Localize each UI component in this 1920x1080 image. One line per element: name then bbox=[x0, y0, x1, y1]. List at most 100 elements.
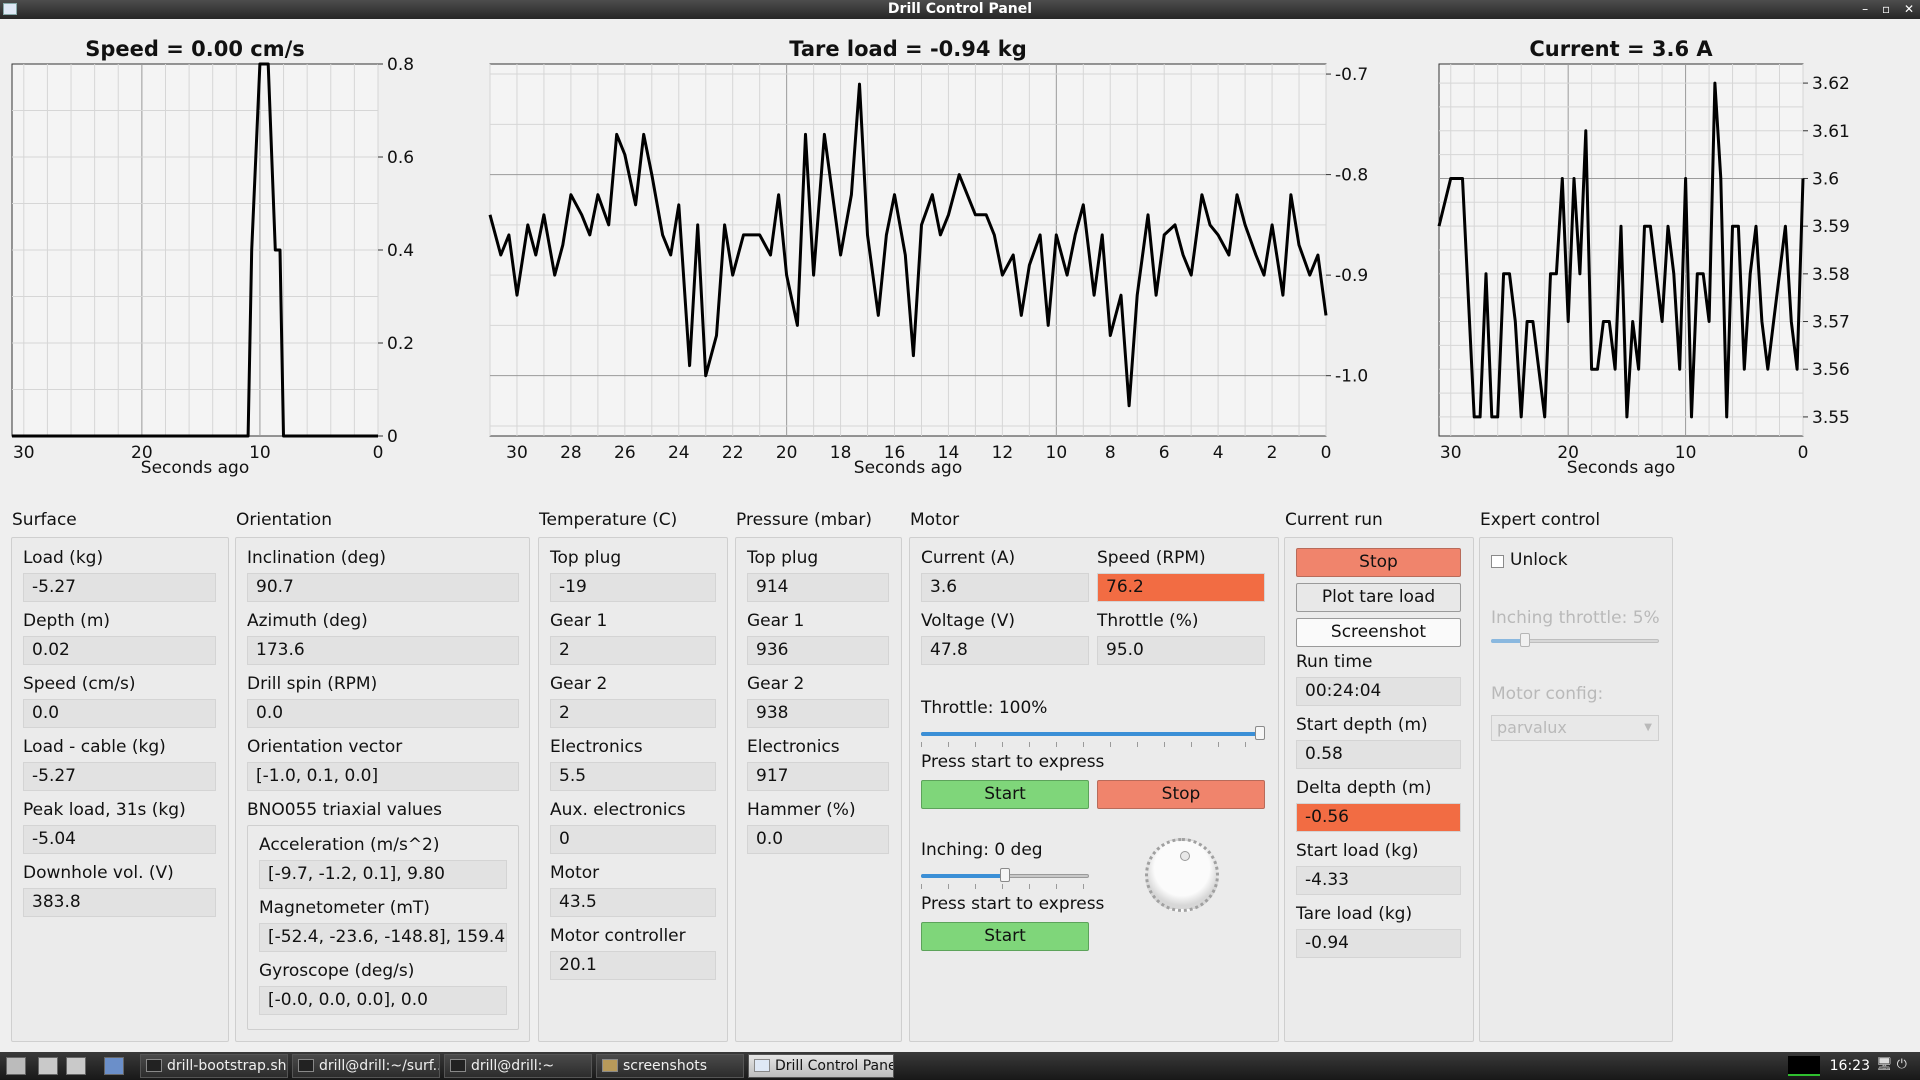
y-tick-label: -0.8 bbox=[1335, 166, 1368, 186]
magnetometer-value: [-52.4, -23.6, -148.8], 159.4 bbox=[259, 923, 507, 952]
throttle-slider-handle[interactable] bbox=[1255, 726, 1265, 740]
y-tick-label: 0.2 bbox=[387, 334, 414, 354]
surface-title: Surface bbox=[12, 510, 77, 530]
speed-chart: 30 20 10 0 0.8 0.6 0.4 0.2 0 bbox=[11, 55, 414, 463]
inching-throttle-slider[interactable] bbox=[1491, 632, 1659, 654]
run-time-label: Run time bbox=[1296, 652, 1373, 672]
window-title: Drill Control Panel bbox=[887, 1, 1033, 17]
azimuth-value: 173.6 bbox=[247, 636, 519, 665]
orientation-vector-value: [-1.0, 0.1, 0.0] bbox=[247, 762, 519, 791]
taskbar-item-screenshots[interactable]: screenshots bbox=[596, 1054, 744, 1078]
motor-title: Motor bbox=[910, 510, 960, 530]
motor-voltage-label: Voltage (V) bbox=[921, 611, 1016, 631]
current-run-group: Current run Stop Plot tare load Screensh… bbox=[1284, 510, 1474, 1042]
y-tick-label: -0.9 bbox=[1335, 266, 1368, 286]
motor-config-label: Motor config: bbox=[1491, 684, 1604, 704]
y-tick-label: 3.58 bbox=[1812, 265, 1850, 285]
y-tick-label: 3.61 bbox=[1812, 122, 1850, 142]
surface-peak-load-label: Peak load, 31s (kg) bbox=[23, 800, 186, 820]
clock[interactable]: 16:23 bbox=[1830, 1052, 1870, 1080]
motor-speed-label: Speed (RPM) bbox=[1097, 548, 1206, 568]
start-depth-label: Start depth (m) bbox=[1296, 715, 1428, 735]
press-hammer-label: Hammer (%) bbox=[747, 800, 856, 820]
plot-tare-load-button[interactable]: Plot tare load bbox=[1296, 583, 1461, 612]
inching-dial[interactable] bbox=[1145, 838, 1219, 912]
tare-load-value: -0.94 bbox=[1296, 929, 1461, 958]
orientation-title: Orientation bbox=[236, 510, 332, 530]
run-time-value: 00:24:04 bbox=[1296, 677, 1461, 706]
y-tick-label: 3.6 bbox=[1812, 169, 1839, 189]
motor-stop-button[interactable]: Stop bbox=[1097, 780, 1265, 809]
temp-aux-electronics-value: 0 bbox=[550, 825, 716, 854]
start-menu-icon[interactable] bbox=[6, 1057, 26, 1075]
y-tick-label: 3.56 bbox=[1812, 360, 1850, 380]
temp-top-plug-value: -19 bbox=[550, 573, 716, 602]
close-icon[interactable]: ✕ bbox=[1904, 2, 1914, 16]
screenshot-button[interactable]: Screenshot bbox=[1296, 618, 1461, 647]
motor-config-select[interactable]: parvalux ▼ bbox=[1491, 715, 1659, 741]
surface-peak-load-value: -5.04 bbox=[23, 825, 216, 854]
surface-load-label: Load (kg) bbox=[23, 548, 104, 568]
motor-config-value: parvalux bbox=[1497, 718, 1567, 737]
drill-spin-value: 0.0 bbox=[247, 699, 519, 728]
file-manager-icon[interactable] bbox=[38, 1057, 58, 1075]
press-top-plug-label: Top plug bbox=[747, 548, 819, 568]
temp-motor-controller-label: Motor controller bbox=[550, 926, 686, 946]
motor-group: Motor Current (A) 3.6 Speed (RPM) 76.2 V… bbox=[909, 510, 1279, 1042]
throttle-slider[interactable] bbox=[921, 725, 1265, 747]
desktop-icon[interactable] bbox=[104, 1057, 124, 1075]
temp-motor-controller-value: 20.1 bbox=[550, 951, 716, 980]
surface-speed-value: 0.0 bbox=[23, 699, 216, 728]
run-stop-button[interactable]: Stop bbox=[1296, 548, 1461, 577]
unlock-label: Unlock bbox=[1510, 550, 1568, 570]
windows-icon[interactable] bbox=[66, 1057, 86, 1075]
press-electronics-value: 917 bbox=[747, 762, 889, 791]
press-gear2-label: Gear 2 bbox=[747, 674, 805, 694]
motor-speed-value: 76.2 bbox=[1097, 573, 1265, 602]
current-run-title: Current run bbox=[1285, 510, 1383, 530]
motor-start-button[interactable]: Start bbox=[921, 780, 1089, 809]
press-top-plug-value: 914 bbox=[747, 573, 889, 602]
inching-slider-handle[interactable] bbox=[1000, 868, 1010, 882]
press-gear1-value: 936 bbox=[747, 636, 889, 665]
current-chart: 30 20 10 0 3.62 3.61 3.6 3.59 3.58 3.57 3.56 3.55 bbox=[1437, 63, 1850, 463]
taskbar-item-drill-control-panel[interactable]: Drill Control Panel bbox=[748, 1054, 894, 1078]
minimize-icon[interactable]: – bbox=[1862, 2, 1868, 16]
taskbar-item-bootstrap[interactable]: drill-bootstrap.sh bbox=[140, 1054, 288, 1078]
tare-load-label: Tare load (kg) bbox=[1296, 904, 1413, 924]
start-load-label: Start load (kg) bbox=[1296, 841, 1419, 861]
inching-start-button[interactable]: Start bbox=[921, 922, 1089, 951]
dial-knob-icon bbox=[1180, 851, 1190, 861]
maximize-icon[interactable]: ▫ bbox=[1882, 2, 1890, 16]
surface-speed-label: Speed (cm/s) bbox=[23, 674, 136, 694]
y-tick-label: 0.8 bbox=[387, 55, 414, 75]
y-tick-label: -0.7 bbox=[1335, 65, 1368, 85]
acceleration-value: [-9.7, -1.2, 0.1], 9.80 bbox=[259, 860, 507, 889]
system-tray-icons[interactable]: 🖥 ⏻ bbox=[1876, 1057, 1916, 1075]
surface-downhole-vol-label: Downhole vol. (V) bbox=[23, 863, 174, 883]
surface-load-value: -5.27 bbox=[23, 573, 216, 602]
temp-gear1-value: 2 bbox=[550, 636, 716, 665]
expert-control-title: Expert control bbox=[1480, 510, 1601, 530]
unlock-checkbox[interactable] bbox=[1491, 555, 1504, 568]
current-chart-title: Current = 3.6 A bbox=[1529, 37, 1713, 61]
inching-throttle-label: Inching throttle: 5% bbox=[1491, 608, 1660, 628]
magnetometer-label: Magnetometer (mT) bbox=[259, 898, 430, 918]
temperature-group: Temperature (C) Top plug -19 Gear 1 2 Ge… bbox=[538, 510, 728, 1042]
speed-chart-title: Speed = 0.00 cm/s bbox=[85, 37, 305, 61]
surface-group: Surface Load (kg) -5.27 Depth (m) 0.02 S… bbox=[11, 510, 229, 1042]
app-icon[interactable] bbox=[3, 3, 17, 15]
press-hammer-value: 0.0 bbox=[747, 825, 889, 854]
inching-label: Inching: 0 deg bbox=[921, 840, 1043, 860]
pressure-title: Pressure (mbar) bbox=[736, 510, 873, 530]
express-hint-1: Press start to express bbox=[921, 752, 1105, 772]
pressure-group: Pressure (mbar) Top plug 914 Gear 1 936 … bbox=[735, 510, 902, 1042]
inching-slider[interactable] bbox=[921, 867, 1089, 889]
surface-depth-value: 0.02 bbox=[23, 636, 216, 665]
taskbar-item-terminal-home[interactable]: drill@drill:~ bbox=[444, 1054, 592, 1078]
tare-chart: 30 28 26 24 22 20 18 16 14 12 10 8 6 4 2 0 -0.7 -0.8 -0.9-… bbox=[488, 63, 1368, 463]
start-depth-value: 0.58 bbox=[1296, 740, 1461, 769]
temp-gear1-label: Gear 1 bbox=[550, 611, 608, 631]
inching-throttle-handle[interactable] bbox=[1519, 633, 1530, 647]
taskbar-item-terminal-surf[interactable]: drill@drill:~/surf... bbox=[292, 1054, 440, 1078]
